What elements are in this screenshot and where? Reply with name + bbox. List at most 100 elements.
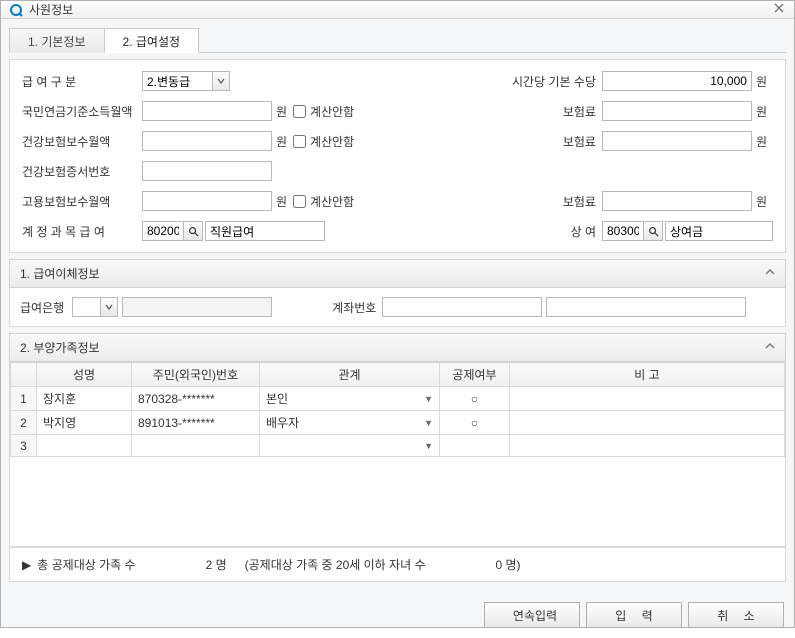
pension-base-label: 국민연금기준소득월액 (22, 103, 142, 120)
chevron-down-icon[interactable]: ▼ (424, 394, 433, 404)
cell-remark[interactable] (510, 387, 785, 411)
cell-remark[interactable] (510, 411, 785, 435)
pay-settings-form: 급 여 구 분 시간당 기본 수당 원 국민연금기준소득월액 원 계산안함 (9, 59, 786, 253)
section-transfer-header[interactable]: 1. 급여이체정보 (9, 259, 786, 288)
window: 사원정보 1. 기본정보 2. 급여설정 급 여 구 분 시간당 기본 수당 (0, 0, 795, 628)
summary-mid: (공제대상 가족 중 20세 이하 자녀 수 (245, 556, 426, 573)
dependents-table: 성명 주민(외국인)번호 관계 공제여부 비 고 1 장지훈 870328-**… (9, 362, 786, 548)
cell-deduct[interactable]: ○ (440, 387, 510, 411)
cell-name[interactable]: 장지훈 (37, 387, 132, 411)
cell-relation-value: 배우자 (266, 414, 299, 431)
cell-relation[interactable]: 배우자 ▼ (260, 411, 440, 435)
section-dependents-header[interactable]: 2. 부양가족정보 (9, 333, 786, 362)
pension-base-unit: 원 (276, 103, 287, 120)
titlebar: 사원정보 (1, 1, 794, 19)
health-cert-input[interactable] (142, 161, 272, 181)
health-nocalc-checkbox[interactable] (293, 135, 306, 148)
pay-type-combo[interactable] (142, 71, 230, 91)
employ-base-unit: 원 (276, 193, 287, 210)
row-number: 2 (11, 411, 37, 435)
cell-relation[interactable]: ▼ (260, 435, 440, 457)
acct-holder-input[interactable] (546, 297, 746, 317)
cell-name[interactable] (37, 435, 132, 457)
acct-bonus-label: 상 여 (496, 223, 596, 240)
acct-bonus-code-input[interactable] (602, 221, 644, 241)
acct-pay-label: 계 정 과 목 급 여 (22, 223, 142, 240)
submit-button[interactable]: 입 력 (586, 602, 682, 628)
chevron-down-icon[interactable]: ▼ (424, 418, 433, 428)
chevron-down-icon[interactable] (212, 71, 230, 91)
button-bar: 연속입력 입 력 취 소 (9, 594, 786, 630)
acct-no-input[interactable] (382, 297, 542, 317)
chevron-down-icon[interactable]: ▼ (424, 441, 433, 451)
hourly-wage-unit: 원 (756, 73, 767, 90)
cell-deduct[interactable] (440, 435, 510, 457)
pay-type-input[interactable] (142, 71, 212, 91)
employ-base-label: 고용보험보수월액 (22, 193, 142, 210)
summary-count: 2 명 (206, 556, 227, 573)
section-transfer-title: 1. 급여이체정보 (20, 265, 100, 282)
health-base-unit: 원 (276, 133, 287, 150)
employ-nocalc-label: 계산안함 (310, 193, 354, 210)
acct-pay-name-input[interactable] (205, 221, 325, 241)
hourly-wage-input[interactable] (602, 71, 752, 91)
health-ins-unit: 원 (756, 133, 767, 150)
collapse-icon[interactable] (765, 267, 775, 280)
section-dependents-title: 2. 부양가족정보 (20, 339, 100, 356)
tab-basic-info[interactable]: 1. 기본정보 (9, 28, 105, 53)
health-ins-input[interactable] (602, 131, 752, 151)
col-relation-header: 관계 (260, 363, 440, 387)
table-empty-space (11, 457, 785, 547)
chevron-down-icon[interactable] (100, 297, 118, 317)
employ-ins-input[interactable] (602, 191, 752, 211)
dependents-summary: ▶ 총 공제대상 가족 수 2 명 (공제대상 가족 중 20세 이하 자녀 수… (9, 548, 786, 582)
close-icon[interactable] (774, 2, 786, 18)
employ-ins-label: 보험료 (496, 193, 596, 210)
content: 1. 기본정보 2. 급여설정 급 여 구 분 시간당 기본 수당 원 국민 (1, 19, 794, 638)
summary-count2: 0 명) (496, 556, 521, 573)
acct-pay-code-input[interactable] (142, 221, 184, 241)
table-row[interactable]: 3 ▼ (11, 435, 785, 457)
health-base-input[interactable] (142, 131, 272, 151)
acct-pay-lookup-button[interactable] (183, 221, 203, 241)
col-remark-header: 비 고 (510, 363, 785, 387)
pay-type-label: 급 여 구 분 (22, 73, 142, 90)
tab-pay-settings[interactable]: 2. 급여설정 (104, 28, 200, 53)
health-nocalc-label: 계산안함 (310, 133, 354, 150)
cell-name[interactable]: 박지영 (37, 411, 132, 435)
col-deduct-header: 공제여부 (440, 363, 510, 387)
employ-nocalc-checkbox[interactable] (293, 195, 306, 208)
cell-rrn[interactable] (132, 435, 260, 457)
window-title: 사원정보 (29, 1, 774, 18)
cell-rrn[interactable]: 891013-******* (132, 411, 260, 435)
cell-rrn[interactable]: 870328-******* (132, 387, 260, 411)
cancel-button[interactable]: 취 소 (688, 602, 784, 628)
pension-nocalc-label: 계산안함 (310, 103, 354, 120)
continuous-input-button[interactable]: 연속입력 (484, 602, 580, 628)
cell-relation-value: 본인 (266, 390, 288, 407)
health-cert-label: 건강보험증서번호 (22, 163, 142, 180)
collapse-icon[interactable] (765, 341, 775, 354)
health-base-label: 건강보험보수월액 (22, 133, 142, 150)
employ-base-input[interactable] (142, 191, 272, 211)
pension-ins-unit: 원 (756, 103, 767, 120)
cell-remark[interactable] (510, 435, 785, 457)
bank-combo[interactable] (72, 297, 118, 317)
section-dependents: 2. 부양가족정보 성명 주민(외국인)번호 관계 (9, 333, 786, 582)
employ-ins-unit: 원 (756, 193, 767, 210)
table-row[interactable]: 1 장지훈 870328-******* 본인 ▼ ○ (11, 387, 785, 411)
section-transfer-info: 1. 급여이체정보 급여은행 계좌번호 (9, 259, 786, 327)
cell-relation[interactable]: 본인 ▼ (260, 387, 440, 411)
pension-ins-input[interactable] (602, 101, 752, 121)
pension-base-input[interactable] (142, 101, 272, 121)
bank-code-input[interactable] (72, 297, 100, 317)
acct-bonus-lookup-button[interactable] (643, 221, 663, 241)
col-name-header: 성명 (37, 363, 132, 387)
col-rrn-header: 주민(외국인)번호 (132, 363, 260, 387)
table-row[interactable]: 2 박지영 891013-******* 배우자 ▼ ○ (11, 411, 785, 435)
acct-bonus-name-input[interactable] (665, 221, 773, 241)
pension-nocalc-checkbox[interactable] (293, 105, 306, 118)
row-number: 1 (11, 387, 37, 411)
bank-label: 급여은행 (20, 299, 64, 316)
cell-deduct[interactable]: ○ (440, 411, 510, 435)
